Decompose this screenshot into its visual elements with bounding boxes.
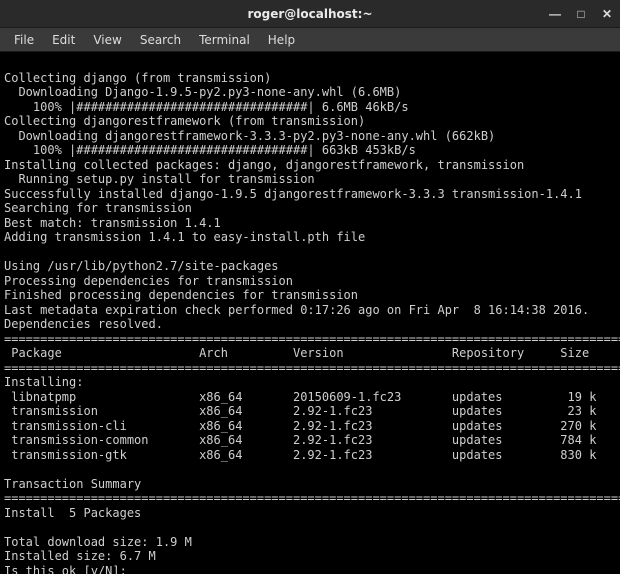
output-line: Transaction Summary: [4, 477, 141, 491]
menu-edit[interactable]: Edit: [44, 31, 83, 49]
output-line: Collecting djangorestframework (from tra…: [4, 114, 365, 128]
output-line: Successfully installed django-1.9.5 djan…: [4, 187, 582, 201]
output-line: Installed size: 6.7 M: [4, 549, 156, 563]
menu-view[interactable]: View: [85, 31, 129, 49]
output-line: Using /usr/lib/python2.7/site-packages: [4, 259, 279, 273]
output-line: Downloading djangorestframework-3.3.3-py…: [4, 129, 495, 143]
output-line: ========================================…: [4, 361, 620, 375]
output-line: Processing dependencies for transmission: [4, 274, 293, 288]
table-row: libnatpmp x86_64 20150609-1.fc23 updates…: [4, 390, 596, 404]
output-line: Adding transmission 1.4.1 to easy-instal…: [4, 230, 365, 244]
menu-file[interactable]: File: [6, 31, 42, 49]
output-line: Total download size: 1.9 M: [4, 535, 192, 549]
window-controls: — □ ✕: [548, 0, 614, 28]
minimize-button[interactable]: —: [548, 8, 562, 20]
table-row: transmission-cli x86_64 2.92-1.fc23 upda…: [4, 419, 596, 433]
menu-search[interactable]: Search: [132, 31, 189, 49]
menu-help[interactable]: Help: [260, 31, 303, 49]
output-line: ========================================…: [4, 332, 620, 346]
output-line: Installing:: [4, 375, 83, 389]
output-line: 100% |################################| …: [4, 143, 416, 157]
output-line: Dependencies resolved.: [4, 317, 163, 331]
output-line: ========================================…: [4, 491, 620, 505]
output-line: Searching for transmission: [4, 201, 192, 215]
prompt-line: Is this ok [y/N]:: [4, 564, 134, 574]
output-line: Collecting django (from transmission): [4, 71, 271, 85]
output-line: Running setup.py install for transmissio…: [4, 172, 315, 186]
output-line: Best match: transmission 1.4.1: [4, 216, 221, 230]
output-line: Install 5 Packages: [4, 506, 141, 520]
titlebar: roger@localhost:~ — □ ✕: [0, 0, 620, 28]
terminal-output[interactable]: Collecting django (from transmission) Do…: [0, 52, 620, 574]
close-button[interactable]: ✕: [600, 8, 614, 20]
output-line: Finished processing dependencies for tra…: [4, 288, 358, 302]
terminal-window: roger@localhost:~ — □ ✕ File Edit View S…: [0, 0, 620, 574]
output-line: 100% |################################| …: [4, 100, 409, 114]
output-line: Downloading Django-1.9.5-py2.py3-none-an…: [4, 85, 401, 99]
table-header-line: Package Arch Version Repository Size: [4, 346, 589, 360]
table-row: transmission-gtk x86_64 2.92-1.fc23 upda…: [4, 448, 596, 462]
output-line: Last metadata expiration check performed…: [4, 303, 589, 317]
menu-terminal[interactable]: Terminal: [191, 31, 258, 49]
window-title: roger@localhost:~: [247, 7, 372, 21]
table-row: transmission-common x86_64 2.92-1.fc23 u…: [4, 433, 596, 447]
menubar: File Edit View Search Terminal Help: [0, 28, 620, 52]
maximize-button[interactable]: □: [574, 8, 588, 20]
output-line: Installing collected packages: django, d…: [4, 158, 524, 172]
table-row: transmission x86_64 2.92-1.fc23 updates …: [4, 404, 596, 418]
